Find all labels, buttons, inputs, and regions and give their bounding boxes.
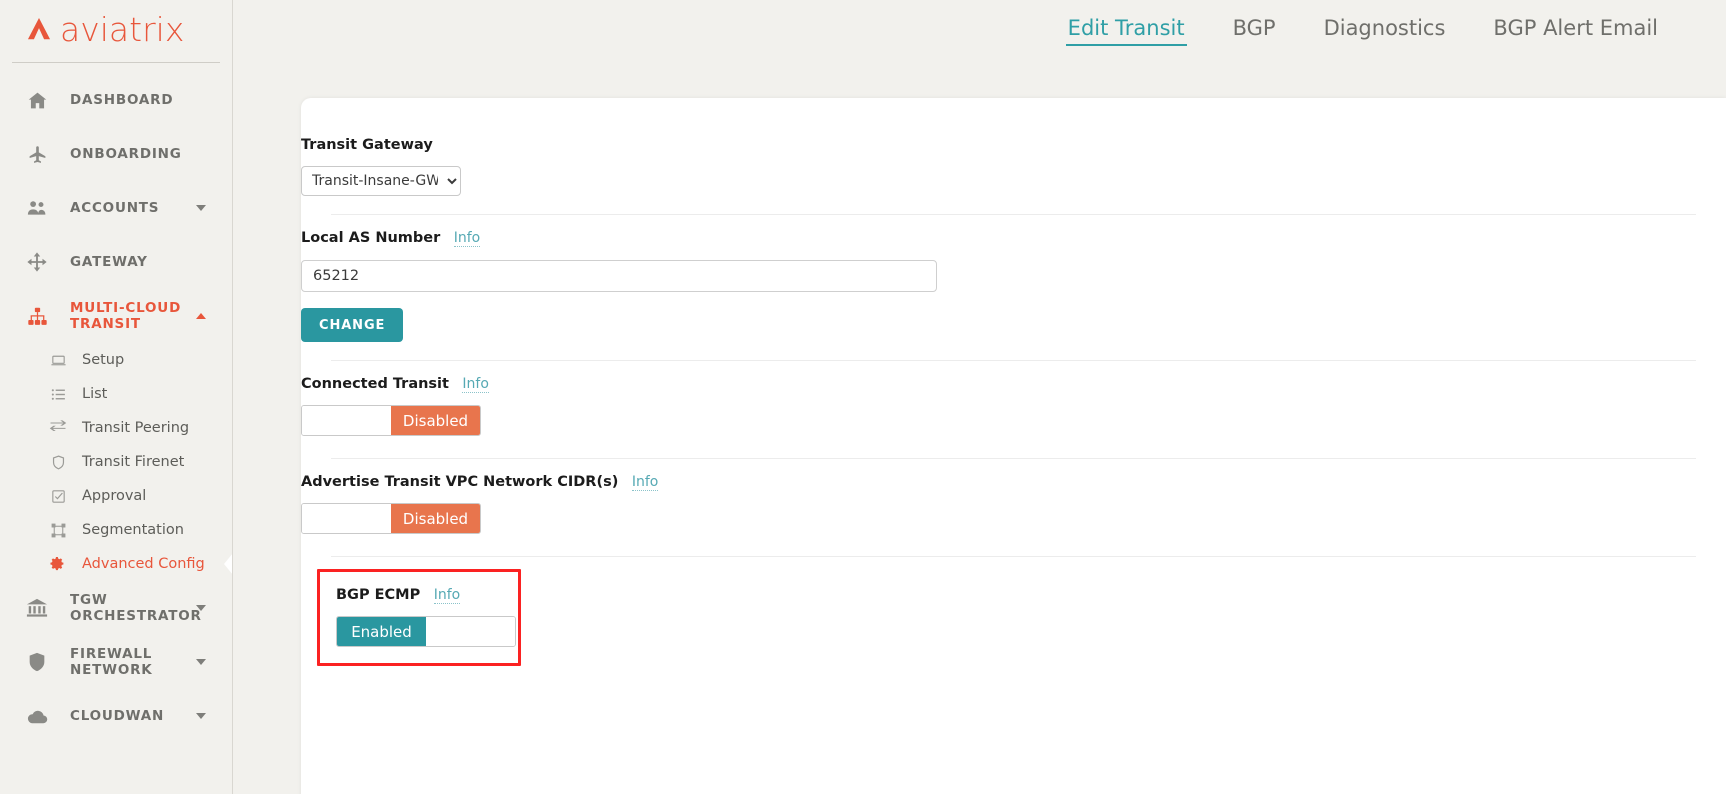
toggle-state-label: Enabled [337, 617, 426, 646]
sidebar-item-multi-cloud-transit[interactable]: MULTI-CLOUD TRANSIT [0, 289, 232, 343]
info-link[interactable]: Info [632, 474, 659, 491]
move-arrows-icon [22, 249, 52, 275]
main-area: Edit Transit BGP Diagnostics BGP Alert E… [233, 0, 1726, 794]
tab-bgp[interactable]: BGP [1209, 16, 1300, 46]
laptop-icon [48, 351, 68, 369]
airplane-icon [22, 141, 52, 167]
chevron-down-icon[interactable] [196, 713, 206, 719]
local-as-number-input[interactable] [301, 260, 937, 292]
sidebar-item-tgw-orchestrator[interactable]: TGW ORCHESTRATOR [0, 581, 232, 635]
sidebar-item-label: GATEWAY [70, 254, 148, 270]
shield-icon [48, 453, 68, 471]
sidebar-nav: DASHBOARD ONBOARDING [0, 63, 232, 743]
sidebar-subitem-segmentation[interactable]: Segmentation [0, 513, 232, 547]
sidebar-item-dashboard[interactable]: DASHBOARD [0, 73, 232, 127]
sidebar-item-gateway[interactable]: GATEWAY [0, 235, 232, 289]
field-bgp-ecmp: BGP ECMP Info Enabled [301, 557, 1726, 666]
toggle-blank-half [426, 617, 515, 646]
sidebar-subitem-advanced-config[interactable]: Advanced Config [0, 547, 232, 581]
aviatrix-chevron-logo-icon [22, 14, 56, 44]
bank-icon [22, 595, 52, 621]
sitemap-icon [22, 303, 52, 329]
sidebar-subitem-setup[interactable]: Setup [0, 343, 232, 377]
sidebar-item-label: TGW ORCHESTRATOR [70, 592, 232, 624]
exchange-icon [48, 419, 68, 437]
field-advertise-transit-vpc: Advertise Transit VPC Network CIDR(s) In… [301, 459, 1726, 556]
sidebar-subitem-list[interactable]: List [0, 377, 232, 411]
tab-diagnostics[interactable]: Diagnostics [1300, 16, 1470, 46]
sidebar-subitem-transit-peering[interactable]: Transit Peering [0, 411, 232, 445]
selection-pointer-icon [224, 553, 233, 575]
toggle-state-label: Disabled [391, 406, 480, 435]
sidebar: aviatrix DASHBOARD ONBOAR [0, 0, 233, 794]
tab-label: Diagnostics [1324, 16, 1446, 40]
sidebar-item-label: MULTI-CLOUD TRANSIT [70, 300, 232, 332]
sidebar-item-label: ONBOARDING [70, 146, 182, 162]
field-local-as-number: Local AS Number Info CHANGE [301, 215, 1726, 360]
sidebar-subitem-label: Setup [82, 352, 124, 368]
transit-gateway-label: Transit Gateway [301, 137, 433, 153]
sidebar-subitem-label: Segmentation [82, 522, 184, 538]
brand-logo[interactable]: aviatrix [0, 0, 232, 58]
sidebar-item-cloudwan[interactable]: CLOUDWAN [0, 689, 232, 743]
cloud-icon [22, 703, 52, 729]
sidebar-subitem-label: Transit Peering [82, 420, 189, 436]
info-link[interactable]: Info [434, 587, 461, 604]
sidebar-subitem-transit-firenet[interactable]: Transit Firenet [0, 445, 232, 479]
chevron-up-icon[interactable] [196, 313, 206, 319]
shield-icon [22, 649, 52, 675]
toggle-blank-half [302, 406, 391, 435]
sidebar-subitem-approval[interactable]: Approval [0, 479, 232, 513]
info-link[interactable]: Info [454, 230, 481, 247]
tab-label: BGP [1233, 16, 1276, 40]
top-tabs: Edit Transit BGP Diagnostics BGP Alert E… [233, 0, 1726, 62]
crop-icon [48, 521, 68, 539]
chevron-down-icon[interactable] [196, 659, 206, 665]
field-transit-gateway: Transit Gateway Transit-Insane-GW [301, 122, 1726, 214]
connected-transit-toggle[interactable]: Disabled [301, 405, 481, 436]
bgp-ecmp-toggle[interactable]: Enabled [336, 616, 516, 647]
users-icon [22, 195, 52, 221]
sidebar-subitem-label: List [82, 386, 107, 402]
field-connected-transit: Connected Transit Info Disabled [301, 361, 1726, 458]
bgp-ecmp-label: BGP ECMP [336, 587, 420, 603]
brand-name: aviatrix [60, 13, 184, 46]
connected-transit-label: Connected Transit [301, 376, 449, 392]
toggle-blank-half [302, 504, 391, 533]
sidebar-item-firewall-network[interactable]: FIREWALL NETWORK [0, 635, 232, 689]
check-square-icon [48, 487, 68, 505]
advertise-transit-vpc-label: Advertise Transit VPC Network CIDR(s) [301, 474, 618, 490]
sidebar-subitem-label: Transit Firenet [82, 454, 184, 470]
content-card: Transit Gateway Transit-Insane-GW Local … [301, 98, 1726, 794]
info-link[interactable]: Info [462, 376, 489, 393]
tab-edit-transit[interactable]: Edit Transit [1044, 16, 1209, 46]
sidebar-item-label: CLOUDWAN [70, 708, 164, 724]
change-button[interactable]: CHANGE [301, 308, 403, 342]
app-root: aviatrix DASHBOARD ONBOAR [0, 0, 1726, 794]
sidebar-subitem-label: Approval [82, 488, 146, 504]
sidebar-item-onboarding[interactable]: ONBOARDING [0, 127, 232, 181]
sidebar-item-label: FIREWALL NETWORK [70, 646, 232, 678]
tab-label: Edit Transit [1068, 16, 1185, 40]
transit-gateway-select[interactable]: Transit-Insane-GW [301, 166, 461, 196]
chevron-down-icon[interactable] [196, 205, 206, 211]
home-icon [22, 87, 52, 113]
local-as-number-label: Local AS Number [301, 230, 440, 246]
sidebar-item-label: DASHBOARD [70, 92, 173, 108]
sidebar-item-accounts[interactable]: ACCOUNTS [0, 181, 232, 235]
sidebar-subitem-label: Advanced Config [82, 556, 205, 572]
bgp-ecmp-highlight-box: BGP ECMP Info Enabled [317, 569, 521, 666]
gear-icon [48, 555, 68, 573]
tab-bgp-alert-email[interactable]: BGP Alert Email [1469, 16, 1682, 46]
list-icon [48, 385, 68, 403]
advertise-transit-vpc-toggle[interactable]: Disabled [301, 503, 481, 534]
chevron-down-icon[interactable] [196, 605, 206, 611]
toggle-state-label: Disabled [391, 504, 480, 533]
sidebar-item-label: ACCOUNTS [70, 200, 159, 216]
tab-label: BGP Alert Email [1493, 16, 1658, 40]
